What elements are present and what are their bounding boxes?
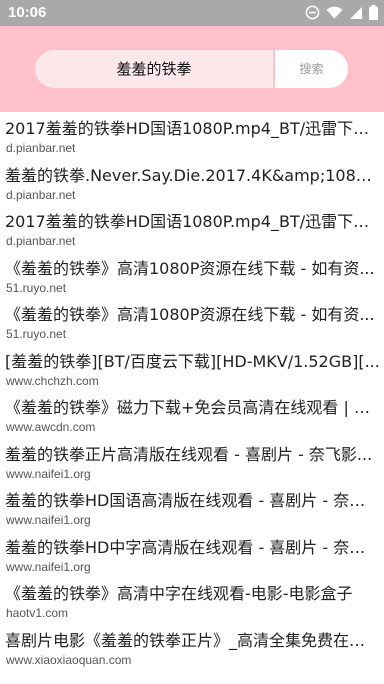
result-title[interactable]: 羞羞的铁拳HD国语高清版在线观看 - 喜剧片 - 奈飞... [0, 490, 384, 512]
search-input[interactable]: 羞羞的铁拳 [35, 50, 273, 88]
search-button[interactable]: 搜索 [275, 50, 348, 88]
result-item[interactable]: 《羞羞的铁拳》磁力下载+免会员高清在线观看 | 美... www.awcdn.co… [0, 391, 384, 438]
result-item[interactable]: 《羞羞的铁拳》高清中字在线观看-电影-电影盒子 haotv1.com [0, 577, 384, 624]
results-list: 2017羞羞的铁拳HD国语1080P.mp4_BT/迅雷下载_... d.pian… [0, 112, 384, 670]
result-title[interactable]: 羞羞的铁拳.Never.Say.Die.2017.4K&amp;1080P.H.… [0, 165, 384, 187]
result-item[interactable]: 羞羞的铁拳正片高清版在线观看 - 喜剧片 - 奈飞影... www.naifei1… [0, 438, 384, 485]
result-item[interactable]: 2017羞羞的铁拳HD国语1080P.mp4_BT/迅雷下载_... d.pian… [0, 112, 384, 159]
do-not-disturb-icon [305, 5, 320, 20]
result-url: d.pianbar.net [6, 141, 76, 155]
result-title[interactable]: 羞羞的铁拳正片高清版在线观看 - 喜剧片 - 奈飞影... [0, 444, 384, 466]
result-url: www.chchzh.com [6, 373, 99, 388]
result-item[interactable]: 2017羞羞的铁拳HD国语1080P.mp4_BT/迅雷下载_... d.pian… [0, 205, 384, 252]
result-item[interactable]: [羞羞的铁拳][BT/百度云下载][HD-MKV/1.52GB][... www.… [0, 345, 384, 392]
result-title[interactable]: 《羞羞的铁拳》高清1080P资源在线下载 - 如有资... [0, 304, 384, 326]
wifi-icon [326, 6, 343, 19]
result-url: www.xiaoxiaoquan.com [6, 652, 132, 667]
status-icons [305, 5, 378, 20]
status-time: 10:06 [8, 4, 47, 21]
result-title[interactable]: [羞羞的铁拳][BT/百度云下载][HD-MKV/1.52GB][... [0, 351, 384, 373]
result-url: www.naifei1.org [6, 466, 91, 481]
result-url: www.naifei1.org [6, 559, 91, 574]
result-url: d.pianbar.net [6, 187, 76, 202]
status-bar: 10:06 [0, 0, 384, 26]
result-url: 51.ruyo.net [6, 280, 67, 295]
result-item[interactable]: 《羞羞的铁拳》高清1080P资源在线下载 - 如有资... 51.ruyo.net [0, 252, 384, 299]
result-item[interactable]: 羞羞的铁拳HD国语高清版在线观看 - 喜剧片 - 奈飞... www.naifei… [0, 484, 384, 531]
result-item[interactable]: 羞羞的铁拳.Never.Say.Die.2017.4K&amp;1080P.H.… [0, 159, 384, 206]
signal-icon [350, 6, 362, 19]
result-title[interactable]: 2017羞羞的铁拳HD国语1080P.mp4_BT/迅雷下载_... [0, 118, 384, 140]
battery-icon [369, 5, 378, 20]
result-item[interactable]: 羞羞的铁拳HD中字高清版在线观看 - 喜剧片 - 奈飞... www.naifei… [0, 531, 384, 578]
result-item[interactable]: 《羞羞的铁拳》高清1080P资源在线下载 - 如有资... 51.ruyo.net [0, 298, 384, 345]
result-url: haotv1.com [6, 606, 69, 620]
result-title[interactable]: 羞羞的铁拳HD中字高清版在线观看 - 喜剧片 - 奈飞... [0, 537, 384, 559]
result-title[interactable]: 喜剧片电影《羞羞的铁拳正片》_高清全集免费在线... [0, 630, 384, 652]
result-url: www.awcdn.com [6, 420, 96, 434]
search-bar: 羞羞的铁拳 搜索 [35, 50, 348, 88]
result-url: d.pianbar.net [6, 234, 76, 248]
result-title[interactable]: 2017羞羞的铁拳HD国语1080P.mp4_BT/迅雷下载_... [0, 211, 384, 233]
result-title[interactable]: 《羞羞的铁拳》磁力下载+免会员高清在线观看 | 美... [0, 397, 384, 419]
search-header: 羞羞的铁拳 搜索 [0, 26, 384, 112]
result-url: www.naifei1.org [6, 513, 91, 527]
result-url: 51.ruyo.net [6, 327, 67, 341]
result-item[interactable]: 喜剧片电影《羞羞的铁拳正片》_高清全集免费在线... www.xiaoxiaoqu… [0, 624, 384, 671]
result-title[interactable]: 《羞羞的铁拳》高清中字在线观看-电影-电影盒子 [0, 583, 384, 605]
result-title[interactable]: 《羞羞的铁拳》高清1080P资源在线下载 - 如有资... [0, 258, 384, 280]
